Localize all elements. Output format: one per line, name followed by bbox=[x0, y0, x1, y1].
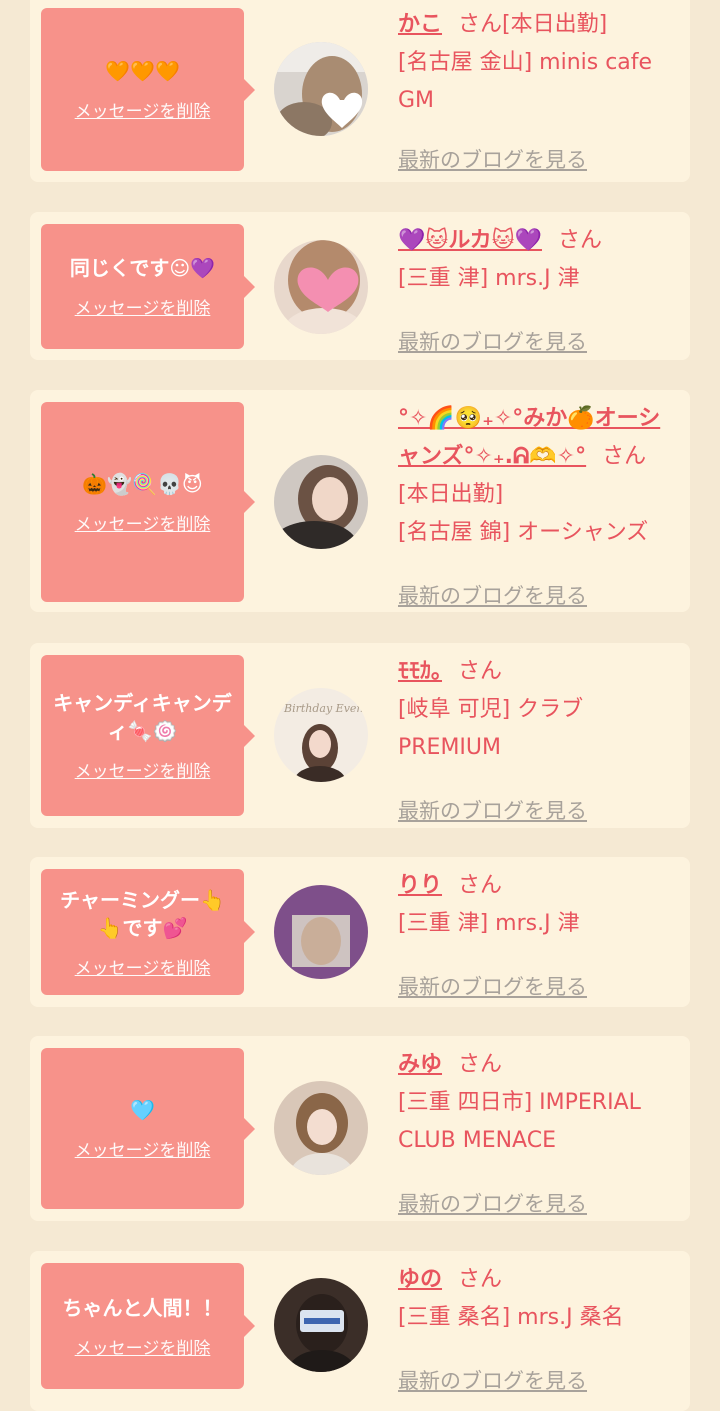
message-bubble: ちゃんと人間！！ メッセージを削除 bbox=[41, 1263, 255, 1389]
cast-name-link[interactable]: ﾓﾓｶ｡ bbox=[398, 659, 442, 684]
blog-link[interactable]: 最新のブログを見る bbox=[398, 1188, 587, 1218]
shop-label: [三重 桑名] mrs.J 桑名 bbox=[398, 1305, 624, 1330]
message-text: 🎃👻🍭💀😈 bbox=[82, 471, 203, 496]
avatar[interactable] bbox=[274, 1081, 368, 1175]
message-bubble: 🎃👻🍭💀😈 メッセージを削除 bbox=[41, 402, 255, 602]
honorific: さん bbox=[458, 1267, 503, 1292]
cast-info: 💜🐱ルカ🐱💜 さん [三重 津] mrs.J 津 最新のブログを見る bbox=[398, 222, 680, 354]
avatar-image bbox=[274, 455, 368, 549]
honorific: さん bbox=[458, 659, 503, 684]
message-card: 🎃👻🍭💀😈 メッセージを削除 °✧🌈🥺₊✧°みか🍊オーシャンズ°✧₊.ᕱ🫶✧° さ… bbox=[30, 390, 690, 612]
message-card: 同じくです☺︎💜 メッセージを削除 💜🐱ルカ🐱💜 さん [三重 津] mrs.J … bbox=[30, 212, 690, 360]
birthday-caption: Birthday Event bbox=[283, 702, 368, 715]
shop-label: [三重 四日市] IMPERIAL CLUB MENACE bbox=[398, 1090, 641, 1153]
avatar[interactable]: Birthday Event bbox=[274, 688, 368, 782]
honorific: さん bbox=[558, 228, 603, 253]
message-text: 同じくです☺︎💜 bbox=[69, 256, 216, 280]
cast-name-link[interactable]: みゆ bbox=[398, 1052, 442, 1077]
cast-name-link[interactable]: りり bbox=[398, 873, 442, 898]
cast-name-link[interactable]: かこ bbox=[398, 12, 442, 37]
cast-name-link[interactable]: 💜🐱ルカ🐱💜 bbox=[398, 228, 542, 253]
honorific: さん bbox=[458, 1052, 503, 1077]
message-bubble: キャンディキャンディ🍬🍥 メッセージを削除 bbox=[41, 655, 255, 816]
status-label: [本日出勤] bbox=[502, 12, 608, 37]
message-card: 🩵 メッセージを削除 みゆ さん [三重 四日市] IMPERIAL CLUB M… bbox=[30, 1036, 690, 1221]
avatar-image bbox=[274, 1278, 368, 1372]
avatar[interactable] bbox=[274, 42, 368, 136]
message-card: キャンディキャンディ🍬🍥 メッセージを削除 Birthday Event ﾓﾓｶ… bbox=[30, 643, 690, 828]
delete-message-link[interactable]: メッセージを削除 bbox=[75, 757, 211, 782]
message-text: キャンディキャンディ🍬🍥 bbox=[53, 691, 232, 743]
message-text: チャーミングー👆👆です💕 bbox=[60, 887, 225, 940]
blog-link[interactable]: 最新のブログを見る bbox=[398, 326, 587, 356]
avatar[interactable] bbox=[274, 1278, 368, 1372]
shop-label: [名古屋 金山] minis cafe GM bbox=[398, 50, 653, 113]
blog-link[interactable]: 最新のブログを見る bbox=[398, 1365, 587, 1395]
avatar-image bbox=[274, 885, 368, 979]
message-list: 🧡🧡🧡 メッセージを削除 かこ さん[本日出勤] [名古屋 金山] minis c… bbox=[0, 0, 720, 1411]
avatar[interactable] bbox=[274, 240, 368, 334]
message-card: 🧡🧡🧡 メッセージを削除 かこ さん[本日出勤] [名古屋 金山] minis c… bbox=[30, 0, 690, 182]
cast-info: りり さん [三重 津] mrs.J 津 最新のブログを見る bbox=[398, 867, 680, 999]
delete-message-link[interactable]: メッセージを削除 bbox=[75, 97, 211, 122]
honorific: さん bbox=[602, 444, 647, 469]
cast-info: かこ さん[本日出勤] [名古屋 金山] minis cafe GM 最新のブログ… bbox=[398, 6, 680, 176]
delete-message-link[interactable]: メッセージを削除 bbox=[75, 1334, 211, 1359]
avatar-image: Birthday Event bbox=[274, 688, 368, 782]
delete-message-link[interactable]: メッセージを削除 bbox=[75, 954, 211, 979]
message-text: ちゃんと人間！！ bbox=[62, 1295, 223, 1320]
avatar-image bbox=[274, 240, 368, 334]
message-bubble: 🧡🧡🧡 メッセージを削除 bbox=[41, 8, 255, 171]
avatar[interactable] bbox=[274, 885, 368, 979]
message-card: ちゃんと人間！！ メッセージを削除 ゆの さん [三重 桑名] mrs.J 桑名 … bbox=[30, 1251, 690, 1411]
message-text: 🩵 bbox=[130, 1098, 155, 1122]
shop-label: [岐阜 可児] クラブ PREMIUM bbox=[398, 697, 584, 760]
message-text: 🧡🧡🧡 bbox=[105, 59, 180, 83]
delete-message-link[interactable]: メッセージを削除 bbox=[75, 510, 211, 535]
honorific: さん bbox=[458, 12, 503, 37]
delete-message-link[interactable]: メッセージを削除 bbox=[75, 294, 211, 319]
message-card: チャーミングー👆👆です💕 メッセージを削除 りり さん [三重 津] mrs.J … bbox=[30, 857, 690, 1007]
cast-info: みゆ さん [三重 四日市] IMPERIAL CLUB MENACE 最新のブロ… bbox=[398, 1046, 680, 1216]
avatar[interactable] bbox=[274, 455, 368, 549]
honorific: さん bbox=[458, 873, 503, 898]
blog-link[interactable]: 最新のブログを見る bbox=[398, 144, 587, 174]
message-bubble: チャーミングー👆👆です💕 メッセージを削除 bbox=[41, 869, 255, 995]
delete-message-link[interactable]: メッセージを削除 bbox=[75, 1136, 211, 1161]
blog-link[interactable]: 最新のブログを見る bbox=[398, 971, 587, 1001]
avatar-image bbox=[274, 42, 368, 136]
cast-info: ﾓﾓｶ｡ さん [岐阜 可児] クラブ PREMIUM 最新のブログを見る bbox=[398, 653, 680, 823]
cast-info: °✧🌈🥺₊✧°みか🍊オーシャンズ°✧₊.ᕱ🫶✧° さん [本日出勤] [名古屋 錦… bbox=[398, 400, 680, 608]
blog-link[interactable]: 最新のブログを見る bbox=[398, 795, 587, 825]
status-label: [本日出勤] bbox=[398, 482, 504, 507]
cast-info: ゆの さん [三重 桑名] mrs.J 桑名 最新のブログを見る bbox=[398, 1261, 680, 1393]
message-bubble: 🩵 メッセージを削除 bbox=[41, 1048, 255, 1209]
message-bubble: 同じくです☺︎💜 メッセージを削除 bbox=[41, 224, 255, 349]
avatar-image bbox=[274, 1081, 368, 1175]
shop-label: [名古屋 錦] オーシャンズ bbox=[398, 520, 649, 545]
shop-label: [三重 津] mrs.J 津 bbox=[398, 911, 580, 936]
shop-label: [三重 津] mrs.J 津 bbox=[398, 266, 580, 291]
cast-name-link[interactable]: ゆの bbox=[398, 1267, 442, 1292]
blog-link[interactable]: 最新のブログを見る bbox=[398, 580, 587, 610]
